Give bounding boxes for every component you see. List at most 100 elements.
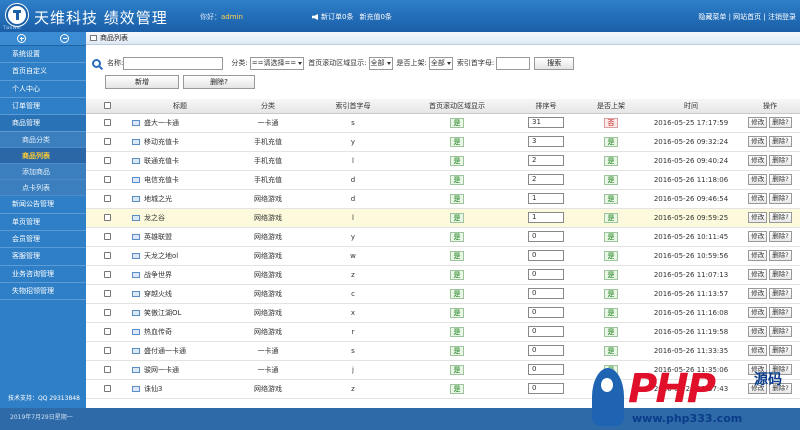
row-title[interactable]: 骏网一卡通 bbox=[144, 366, 179, 374]
listed-toggle[interactable]: 是 bbox=[604, 269, 618, 280]
home-scroll-toggle[interactable]: 是 bbox=[450, 136, 464, 147]
edit-button[interactable]: 修改 bbox=[748, 117, 768, 128]
row-checkbox[interactable] bbox=[103, 309, 111, 316]
table-row[interactable]: 热血传奇 网络游戏 r 是 0 是 2016-05-26 11:19:58 修改 删除? bbox=[86, 322, 800, 342]
edit-button[interactable]: 修改 bbox=[748, 174, 768, 185]
sort-input[interactable]: 0 bbox=[528, 307, 564, 318]
row-checkbox[interactable] bbox=[103, 271, 111, 278]
edit-button[interactable]: 修改 bbox=[748, 136, 768, 147]
listed-toggle[interactable]: 是 bbox=[604, 345, 618, 356]
delete-button[interactable]: 删除? bbox=[769, 174, 792, 185]
home-scroll-toggle[interactable]: 是 bbox=[450, 117, 464, 128]
listed-toggle[interactable]: 是 bbox=[604, 231, 618, 242]
sort-input[interactable]: 0 bbox=[528, 364, 564, 375]
row-title[interactable]: 热血传奇 bbox=[144, 328, 172, 336]
edit-button[interactable]: 修改 bbox=[748, 307, 768, 318]
sidebar-sub-add-product[interactable]: 添加商品 bbox=[0, 164, 86, 181]
listed-toggle[interactable]: 否 bbox=[604, 117, 618, 128]
header-links[interactable]: 隐藏菜单 | 网站首页 | 注销登录 bbox=[698, 12, 796, 22]
row-select[interactable] bbox=[86, 360, 128, 380]
sort-input[interactable]: 0 bbox=[528, 383, 564, 394]
table-row[interactable]: 英雄联盟 网络游戏 y 是 0 是 2016-05-26 10:11:45 修改 删除? bbox=[86, 227, 800, 247]
table-row[interactable]: 战争世界 网络游戏 z 是 0 是 2016-05-26 11:07:13 修改 删除? bbox=[86, 265, 800, 285]
edit-button[interactable]: 修改 bbox=[748, 288, 768, 299]
row-checkbox[interactable] bbox=[103, 252, 111, 259]
row-checkbox[interactable] bbox=[103, 347, 111, 354]
home-scroll-toggle[interactable]: 是 bbox=[450, 269, 464, 280]
row-title[interactable]: 龙之谷 bbox=[144, 214, 165, 222]
sort-input[interactable]: 0 bbox=[528, 288, 564, 299]
sidebar-item-pages[interactable]: 单页管理 bbox=[0, 214, 86, 232]
home-scroll-toggle[interactable]: 是 bbox=[450, 326, 464, 337]
sidebar-sub-product-category[interactable]: 商品分类 bbox=[0, 132, 86, 149]
row-select[interactable] bbox=[86, 170, 128, 190]
home-scroll-toggle[interactable]: 是 bbox=[450, 307, 464, 318]
table-row[interactable]: 穿越火线 网络游戏 c 是 0 是 2016-05-26 11:13:57 修改 删除? bbox=[86, 284, 800, 304]
sidebar-item-order-management[interactable]: 订单管理 bbox=[0, 98, 86, 116]
sidebar-item-news[interactable]: 新闻公告管理 bbox=[0, 196, 86, 214]
edit-button[interactable]: 修改 bbox=[748, 231, 768, 242]
listed-select[interactable]: 全部 bbox=[428, 56, 453, 70]
row-title[interactable]: 盛付通一卡通 bbox=[144, 347, 186, 355]
sidebar-item-consulting[interactable]: 业务咨询管理 bbox=[0, 266, 86, 283]
edit-button[interactable]: 修改 bbox=[748, 326, 768, 337]
home-scroll-toggle[interactable]: 是 bbox=[450, 193, 464, 204]
home-scroll-toggle[interactable]: 是 bbox=[450, 364, 464, 375]
home-scroll-toggle[interactable]: 是 bbox=[450, 155, 464, 166]
row-select[interactable] bbox=[86, 322, 128, 342]
home-scroll-select[interactable]: 全部 bbox=[368, 56, 393, 70]
row-checkbox[interactable] bbox=[103, 157, 111, 164]
delete-button[interactable]: 删除? bbox=[769, 136, 792, 147]
listed-toggle[interactable]: 是 bbox=[604, 174, 618, 185]
home-scroll-toggle[interactable]: 是 bbox=[450, 288, 464, 299]
delete-button[interactable]: 删除? bbox=[769, 231, 792, 242]
home-scroll-toggle[interactable]: 是 bbox=[450, 174, 464, 185]
sidebar-sub-product-list[interactable]: 商品列表 bbox=[0, 148, 86, 165]
delete-button[interactable]: 删除? bbox=[769, 307, 792, 318]
sort-input[interactable]: 2 bbox=[528, 155, 564, 166]
sort-input[interactable]: 0 bbox=[528, 326, 564, 337]
row-select[interactable] bbox=[86, 284, 128, 304]
row-select[interactable] bbox=[86, 208, 128, 228]
search-button[interactable]: 搜索 bbox=[534, 56, 575, 70]
row-select[interactable] bbox=[86, 189, 128, 209]
table-row[interactable]: 移动充值卡 手机充值 y 是 3 是 2016-05-26 09:32:24 修改 删除? bbox=[86, 132, 800, 152]
sort-input[interactable]: 2 bbox=[528, 174, 564, 185]
row-title[interactable]: 穿越火线 bbox=[144, 290, 172, 298]
row-title[interactable]: 英雄联盟 bbox=[144, 233, 172, 241]
sidebar-sub-card-list[interactable]: 点卡列表 bbox=[0, 180, 86, 197]
edit-button[interactable]: 修改 bbox=[748, 155, 768, 166]
sort-input[interactable]: 1 bbox=[528, 193, 564, 204]
sidebar-item-product-management[interactable]: 商品管理 bbox=[0, 115, 86, 133]
sort-input[interactable]: 3 bbox=[528, 136, 564, 147]
delete-button[interactable]: 删除? bbox=[769, 155, 792, 166]
sort-input[interactable]: 0 bbox=[528, 250, 564, 261]
select-all-checkbox[interactable] bbox=[103, 102, 111, 110]
row-checkbox[interactable] bbox=[103, 195, 111, 202]
row-checkbox[interactable] bbox=[103, 233, 111, 240]
delete-button[interactable]: 删除? bbox=[769, 117, 792, 128]
new-recharge-link[interactable]: 新充值0条 bbox=[359, 13, 391, 21]
listed-toggle[interactable]: 是 bbox=[604, 326, 618, 337]
row-title[interactable]: 地城之光 bbox=[144, 195, 172, 203]
row-select[interactable] bbox=[86, 151, 128, 171]
delete-button[interactable]: 删除? bbox=[769, 250, 792, 261]
row-select[interactable] bbox=[86, 303, 128, 323]
row-title[interactable]: 盛大一卡通 bbox=[144, 119, 179, 127]
home-scroll-toggle[interactable]: 是 bbox=[450, 250, 464, 261]
sidebar-item-system-settings[interactable]: 系统设置 bbox=[0, 46, 86, 64]
table-row[interactable]: 地城之光 网络游戏 d 是 1 是 2016-05-26 09:46:54 修改 删除? bbox=[86, 189, 800, 209]
listed-toggle[interactable]: 是 bbox=[604, 136, 618, 147]
table-row[interactable]: 联通充值卡 手机充值 l 是 2 是 2016-05-26 09:40:24 修改 删除? bbox=[86, 151, 800, 171]
row-checkbox[interactable] bbox=[103, 366, 111, 373]
row-title[interactable]: 天龙之地ol bbox=[144, 252, 178, 260]
row-title[interactable]: 战争世界 bbox=[144, 271, 172, 279]
table-row[interactable]: 天龙之地ol 网络游戏 w 是 0 是 2016-05-26 10:59:56 修改 删除? bbox=[86, 246, 800, 266]
row-title[interactable]: 移动充值卡 bbox=[144, 138, 179, 146]
edit-button[interactable]: 修改 bbox=[748, 212, 768, 223]
sidebar-item-home-custom[interactable]: 首页自定义 bbox=[0, 63, 86, 81]
row-select[interactable] bbox=[86, 265, 128, 285]
row-checkbox[interactable] bbox=[103, 290, 111, 297]
new-orders-link[interactable]: 新订单0条 bbox=[321, 13, 353, 21]
row-select[interactable] bbox=[86, 379, 128, 399]
